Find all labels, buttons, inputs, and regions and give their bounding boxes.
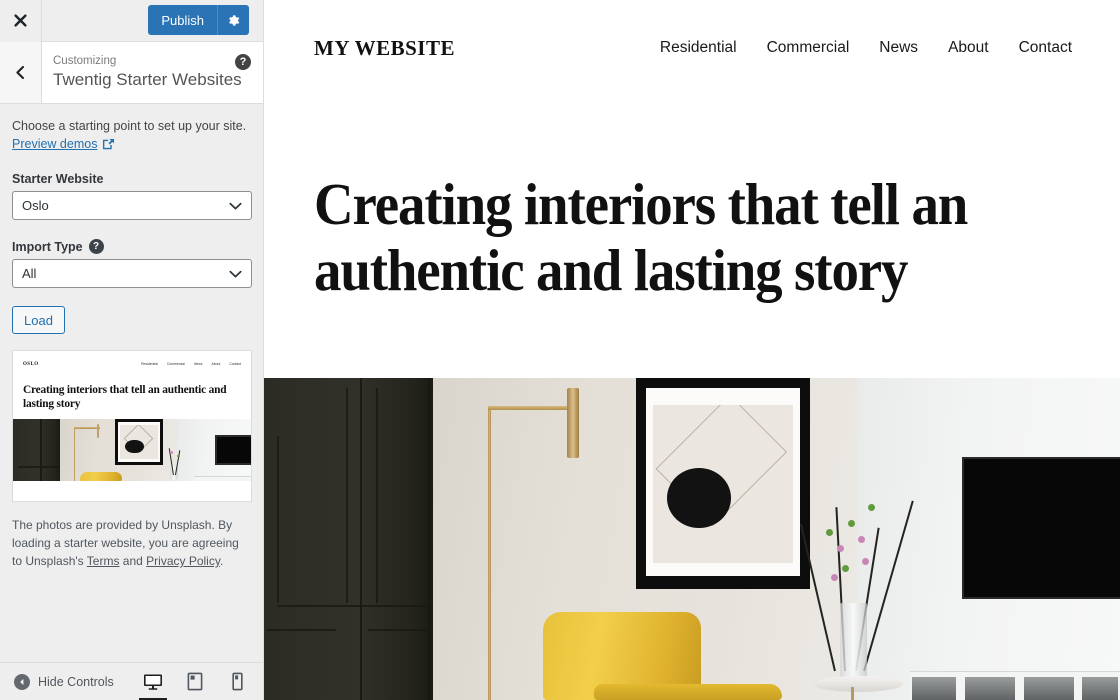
- thumbnail-logo: OSLO: [23, 361, 39, 367]
- wall-tv: [961, 456, 1120, 599]
- thumbnail-nav-item: News: [193, 362, 203, 366]
- device-desktop-button[interactable]: [139, 669, 167, 700]
- thumbnail-nav-item: Contact: [229, 362, 241, 366]
- publish-button[interactable]: Publish: [148, 5, 217, 35]
- framed-artwork: [635, 378, 811, 589]
- import-type-value: All: [22, 266, 37, 281]
- panel-title: Twentig Starter Websites: [53, 70, 242, 89]
- chevron-left-icon: [16, 65, 25, 80]
- flower-blossom: [858, 535, 866, 543]
- lamp-arm: [488, 405, 577, 410]
- side-table: [813, 675, 904, 692]
- flower-blossom: [868, 503, 876, 511]
- site-nav: Residential Commercial News About Contac…: [660, 39, 1072, 57]
- customizer-topbar: Publish: [0, 0, 263, 42]
- starter-website-value: Oslo: [22, 198, 49, 213]
- starter-website-select[interactable]: Oslo: [12, 191, 252, 220]
- chevron-down-icon: [229, 202, 242, 210]
- lamp-shade: [567, 388, 580, 458]
- thumbnail-header: OSLO Residential Commercial News About C…: [13, 351, 251, 377]
- gear-icon: [229, 14, 240, 26]
- hero-heading: Creating interiors that tell an authenti…: [314, 171, 968, 303]
- customizer-panel-body: Choose a starting point to set up your s…: [0, 104, 263, 662]
- thumbnail-heading: Creating interiors that tell an authenti…: [23, 384, 227, 410]
- wardrobe-panel-line: [267, 629, 336, 632]
- footnote-part2: and: [119, 554, 147, 568]
- interior-illustration: [264, 378, 1120, 700]
- thumbnail-nav-item: About: [211, 362, 221, 366]
- wardrobe-seam: [359, 378, 362, 700]
- artwork-circle: [666, 468, 732, 529]
- footnote-part3: .: [219, 554, 224, 568]
- thumbnail-image: [13, 419, 251, 481]
- customizer-panel-header: Customizing Twentig Starter Websites ?: [0, 42, 263, 104]
- chevron-down-icon: [229, 270, 242, 278]
- unsplash-footnote: The photos are provided by Unsplash. By …: [12, 516, 252, 570]
- device-mobile-button[interactable]: [225, 669, 249, 695]
- hero-image: [264, 378, 1120, 700]
- hide-controls-label: Hide Controls: [38, 674, 114, 689]
- import-type-help-icon[interactable]: ?: [88, 239, 104, 254]
- wardrobe-panel-line: [346, 387, 349, 604]
- starter-website-label: Starter Website: [12, 172, 251, 186]
- flower-blossom: [825, 529, 833, 537]
- preview-demos-label: Preview demos: [12, 137, 98, 151]
- tablet-icon: [187, 672, 203, 691]
- customizer-app: Publish Customizing Twentig Starter Webs…: [0, 0, 1120, 700]
- wardrobe-edge: [428, 378, 431, 700]
- nav-item-about[interactable]: About: [948, 39, 989, 57]
- nav-item-news[interactable]: News: [879, 39, 918, 57]
- site-header: MY WEBSITE Residential Commercial News A…: [264, 0, 1120, 96]
- wardrobe-panel-line: [376, 387, 379, 604]
- hero-copy: Creating interiors that tell an authenti…: [264, 96, 1120, 378]
- nav-item-commercial[interactable]: Commercial: [767, 39, 850, 57]
- device-preview-group: [139, 669, 249, 700]
- import-type-label: Import Type ?: [12, 239, 251, 254]
- starter-website-label-text: Starter Website: [12, 172, 104, 186]
- glass-vase: [840, 603, 868, 684]
- external-link-icon: [103, 138, 115, 149]
- customizer-sidebar: Publish Customizing Twentig Starter Webs…: [0, 0, 264, 700]
- chair-seat: [593, 683, 782, 700]
- flower-blossom: [841, 564, 849, 572]
- site-preview-frame: MY WEBSITE Residential Commercial News A…: [264, 0, 1120, 700]
- site-logo[interactable]: MY WEBSITE: [314, 36, 455, 61]
- thumbnail-nav-item: Commercial: [166, 362, 185, 366]
- mobile-icon: [231, 672, 243, 691]
- publish-settings-button[interactable]: [217, 5, 249, 35]
- thumbnail-nav: Residential Commercial News About Contac…: [141, 362, 241, 366]
- panel-subtitle: Customizing: [53, 55, 117, 67]
- wardrobe-rail: [276, 605, 431, 607]
- load-button[interactable]: Load: [12, 306, 65, 334]
- import-type-label-text: Import Type: [12, 239, 83, 254]
- hide-controls-button[interactable]: Hide Controls: [14, 673, 114, 690]
- nav-item-contact[interactable]: Contact: [1019, 39, 1072, 57]
- side-table-leg: [851, 687, 854, 700]
- panel-titles: Customizing Twentig Starter Websites ?: [42, 42, 263, 103]
- artwork-canvas: [652, 404, 793, 564]
- customizer-footer: Hide Controls: [0, 662, 263, 700]
- close-icon: [14, 14, 27, 27]
- device-tablet-button[interactable]: [183, 669, 207, 695]
- dark-wardrobe: [264, 378, 434, 700]
- desktop-icon: [144, 674, 162, 690]
- thumbnail-nav-item: Residential: [141, 362, 158, 366]
- wardrobe-panel-line: [368, 629, 429, 632]
- privacy-policy-link[interactable]: Privacy Policy: [146, 554, 220, 568]
- collapse-left-icon: [14, 673, 30, 690]
- flower-blossom: [847, 519, 855, 527]
- intro-text: Choose a starting point to set up your s…: [12, 119, 247, 133]
- starter-website-thumbnail[interactable]: OSLO Residential Commercial News About C…: [12, 350, 252, 502]
- close-customizer-button[interactable]: [0, 0, 42, 42]
- white-cabinet: [910, 671, 1120, 700]
- lamp-stem: [488, 408, 492, 700]
- help-circle-icon[interactable]: ?: [235, 54, 251, 70]
- nav-item-residential[interactable]: Residential: [660, 39, 737, 57]
- publish-group: Publish: [148, 5, 249, 35]
- import-type-select[interactable]: All: [12, 259, 252, 288]
- terms-link[interactable]: Terms: [87, 554, 120, 568]
- wardrobe-panel-line: [276, 435, 279, 604]
- back-button[interactable]: [0, 42, 42, 103]
- preview-demos-link[interactable]: Preview demos: [12, 137, 115, 151]
